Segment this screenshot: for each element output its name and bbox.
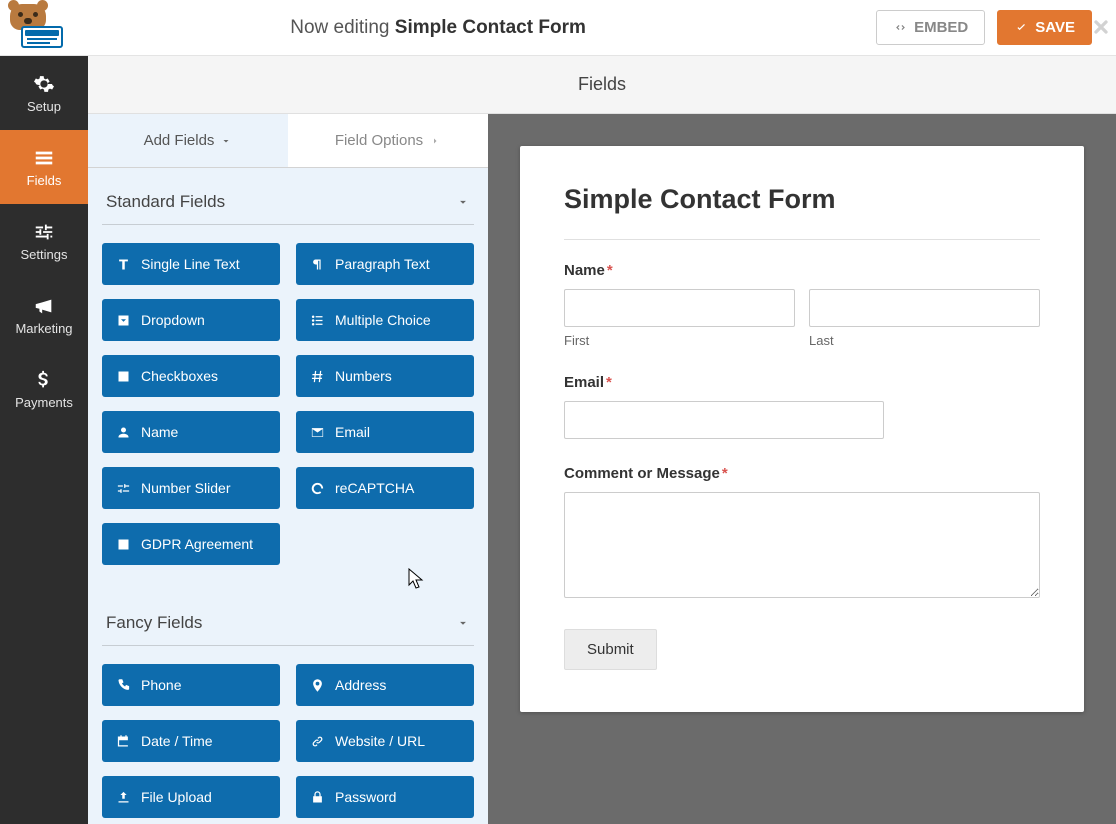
sidebar-item-setup[interactable]: Setup — [0, 56, 88, 130]
sidebar-item-fields[interactable]: Fields — [0, 130, 88, 204]
list-ul-icon — [310, 313, 325, 328]
phone-icon — [116, 678, 131, 693]
form-preview: Simple Contact Form Name* First Last Ema… — [488, 114, 1116, 824]
fancy-fields-grid: Phone Address Date / Time Website / URL … — [102, 664, 474, 818]
email-label: Email* — [564, 374, 1040, 391]
last-sublabel: Last — [809, 333, 1040, 348]
form-title: Simple Contact Form — [564, 184, 1040, 240]
chevron-down-icon — [220, 135, 232, 147]
sidebar-item-marketing[interactable]: Marketing — [0, 278, 88, 352]
field-password[interactable]: Password — [296, 776, 474, 818]
top-bar: Now editing Simple Contact Form EMBED SA… — [0, 0, 1116, 56]
sidebar-item-settings[interactable]: Settings — [0, 204, 88, 278]
section-header: Fields — [88, 56, 1116, 114]
sliders-icon — [33, 221, 55, 243]
field-email[interactable]: Email — [296, 411, 474, 453]
top-actions: EMBED SAVE — [876, 10, 1092, 45]
field-file-upload[interactable]: File Upload — [102, 776, 280, 818]
tab-field-options[interactable]: Field Options — [288, 114, 488, 167]
tab-add-fields[interactable]: Add Fields — [88, 114, 288, 167]
submit-button[interactable]: Submit — [564, 629, 657, 670]
list-icon — [33, 147, 55, 169]
envelope-icon — [310, 425, 325, 440]
chevron-down-icon — [456, 616, 470, 630]
first-name-input[interactable] — [564, 289, 795, 327]
save-button[interactable]: SAVE — [997, 10, 1092, 45]
field-numbers[interactable]: Numbers — [296, 355, 474, 397]
field-checkboxes[interactable]: Checkboxes — [102, 355, 280, 397]
check-square-icon — [116, 369, 131, 384]
page-title: Now editing Simple Contact Form — [0, 17, 876, 39]
chevron-down-icon — [456, 195, 470, 209]
field-recaptcha[interactable]: reCAPTCHA — [296, 467, 474, 509]
standard-fields-grid: Single Line Text Paragraph Text Dropdown… — [102, 243, 474, 565]
field-single-line-text[interactable]: Single Line Text — [102, 243, 280, 285]
first-sublabel: First — [564, 333, 795, 348]
recaptcha-icon — [310, 481, 325, 496]
sliders-h-icon — [116, 481, 131, 496]
panel-tabs: Add Fields Field Options — [88, 114, 488, 168]
fields-panel-scroll[interactable]: Standard Fields Single Line Text Paragra… — [88, 168, 488, 824]
field-multiple-choice[interactable]: Multiple Choice — [296, 299, 474, 341]
form-name: Simple Contact Form — [395, 17, 586, 38]
field-row-email[interactable]: Email* — [564, 374, 1040, 439]
caret-square-down-icon — [116, 313, 131, 328]
field-number-slider[interactable]: Number Slider — [102, 467, 280, 509]
paragraph-icon — [310, 257, 325, 272]
field-address[interactable]: Address — [296, 664, 474, 706]
map-marker-icon — [310, 678, 325, 693]
sidebar-item-payments[interactable]: Payments — [0, 352, 88, 426]
editing-prefix: Now editing — [290, 17, 395, 38]
field-paragraph-text[interactable]: Paragraph Text — [296, 243, 474, 285]
calendar-icon — [116, 734, 131, 749]
form-card: Simple Contact Form Name* First Last Ema… — [520, 146, 1084, 712]
email-input[interactable] — [564, 401, 884, 439]
hashtag-icon — [310, 369, 325, 384]
field-row-message[interactable]: Comment or Message* — [564, 465, 1040, 603]
lock-icon — [310, 790, 325, 805]
name-label: Name* — [564, 262, 1040, 279]
close-icon — [1091, 17, 1111, 37]
field-date-time[interactable]: Date / Time — [102, 720, 280, 762]
dollar-icon — [33, 369, 55, 391]
message-textarea[interactable] — [564, 492, 1040, 598]
field-phone[interactable]: Phone — [102, 664, 280, 706]
message-label: Comment or Message* — [564, 465, 1040, 482]
last-name-input[interactable] — [809, 289, 1040, 327]
close-button[interactable] — [1090, 16, 1112, 38]
link-icon — [310, 734, 325, 749]
user-icon — [116, 425, 131, 440]
builder-area: Add Fields Field Options Standard Fields… — [88, 114, 1116, 824]
bullhorn-icon — [33, 295, 55, 317]
embed-button[interactable]: EMBED — [876, 10, 985, 45]
fields-panel: Add Fields Field Options Standard Fields… — [88, 114, 488, 824]
section-standard-fields[interactable]: Standard Fields — [102, 168, 474, 225]
field-gdpr[interactable]: GDPR Agreement — [102, 523, 280, 565]
field-dropdown[interactable]: Dropdown — [102, 299, 280, 341]
chevron-right-icon — [429, 135, 441, 147]
sidebar: Setup Fields Settings Marketing Payments — [0, 56, 88, 824]
field-website-url[interactable]: Website / URL — [296, 720, 474, 762]
field-row-name[interactable]: Name* First Last — [564, 262, 1040, 348]
app-logo — [6, 0, 64, 54]
text-icon — [116, 257, 131, 272]
section-fancy-fields[interactable]: Fancy Fields — [102, 589, 474, 646]
check-icon — [1014, 20, 1029, 35]
gear-icon — [33, 73, 55, 95]
check-square-icon — [116, 537, 131, 552]
code-icon — [893, 20, 908, 35]
field-name[interactable]: Name — [102, 411, 280, 453]
upload-icon — [116, 790, 131, 805]
